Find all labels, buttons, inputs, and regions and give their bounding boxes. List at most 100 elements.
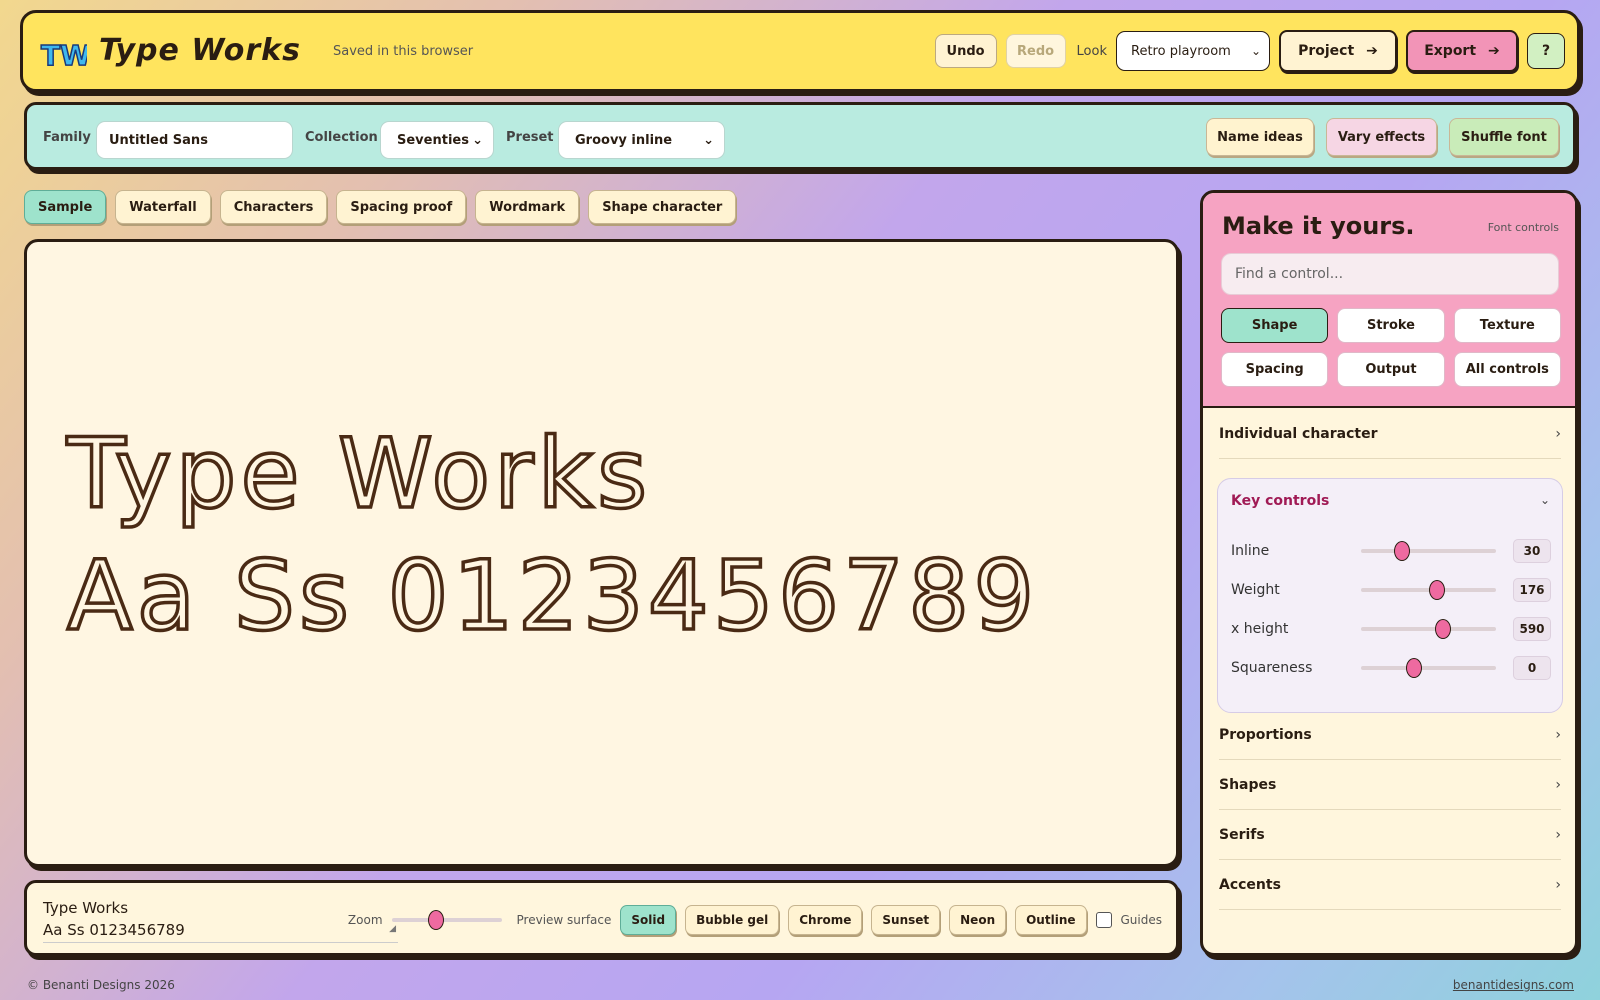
help-button[interactable]: ? (1527, 33, 1565, 69)
section-label: Accents (1219, 876, 1281, 893)
key-controls-group: Key controls ⌄ Inline 30 Weight 176 x he… (1217, 478, 1563, 713)
slider-thumb[interactable] (1428, 580, 1445, 600)
collection-value: Seventies (397, 132, 469, 148)
collection-select[interactable]: Seventies ⌄ (380, 121, 494, 159)
section-proportions[interactable]: Proportions › (1219, 710, 1561, 760)
family-input[interactable]: Untitled Sans (96, 121, 293, 159)
preview-canvas: Type Works Aa Ss 0123456789 (24, 239, 1179, 867)
preview-line-1: Type Works (66, 418, 651, 530)
category-spacing[interactable]: Spacing (1221, 352, 1329, 387)
vary-effects-button[interactable]: Vary effects (1326, 118, 1437, 156)
redo-button[interactable]: Redo (1005, 34, 1066, 68)
app-name: Type Works (99, 33, 301, 68)
chevron-right-icon: › (1555, 776, 1561, 793)
footer-link[interactable]: benantidesigns.com (1453, 978, 1574, 992)
section-label: Serifs (1219, 826, 1265, 843)
control-value[interactable]: 30 (1513, 539, 1551, 563)
slider-thumb[interactable] (1435, 619, 1452, 639)
category-texture[interactable]: Texture (1453, 308, 1561, 343)
control-row-weight: Weight 176 (1231, 577, 1551, 603)
category-grid: Shape Stroke Texture Spacing Output All … (1221, 308, 1561, 387)
project-label: Project (1298, 43, 1355, 59)
chevron-right-icon: › (1555, 826, 1561, 843)
control-label: Inline (1231, 543, 1270, 559)
slider-track (1361, 549, 1496, 553)
slider-thumb[interactable] (1393, 541, 1410, 561)
tab-wordmark[interactable]: Wordmark (475, 190, 580, 224)
section-label: Individual character (1219, 425, 1378, 442)
control-label: Squareness (1231, 660, 1313, 676)
arrow-icon: ➔ (1366, 43, 1378, 59)
category-output[interactable]: Output (1337, 352, 1445, 387)
save-status: Saved in this browser (333, 44, 474, 59)
logo-mark-text: TW (41, 39, 87, 71)
section-label: Proportions (1219, 726, 1312, 743)
control-value[interactable]: 176 (1513, 578, 1551, 602)
tab-spacing-proof[interactable]: Spacing proof (336, 190, 467, 224)
controls-panel: Make it yours. Font controls Find a cont… (1200, 190, 1578, 956)
slider-track (1361, 666, 1496, 670)
copyright-text: © Benanti Designs 2026 (27, 978, 175, 992)
app-header: TW Type Works Saved in this browser Undo… (20, 10, 1580, 92)
look-label: Look (1076, 43, 1107, 59)
chevron-right-icon: › (1555, 425, 1561, 442)
collection-label: Collection (305, 130, 378, 145)
category-stroke[interactable]: Stroke (1337, 308, 1445, 343)
surface-neon[interactable]: Neon (949, 905, 1007, 935)
section-shapes[interactable]: Shapes › (1219, 760, 1561, 810)
slider-thumb[interactable] (1405, 658, 1422, 678)
chevron-down-icon[interactable]: ⌄ (1540, 493, 1550, 507)
view-tabs: Sample Waterfall Characters Spacing proo… (24, 190, 737, 224)
tab-sample[interactable]: Sample (24, 190, 107, 224)
name-ideas-button[interactable]: Name ideas (1206, 118, 1314, 156)
sample-text-line-1: Type Works (43, 899, 129, 917)
shuffle-font-button[interactable]: Shuffle font (1449, 118, 1559, 156)
sample-text-input[interactable]: Type Works Aa Ss 0123456789 ◢ (43, 897, 398, 943)
project-button[interactable]: Project ➔ (1279, 30, 1397, 72)
preview-sample: Type Works Aa Ss 0123456789 (64, 416, 1038, 654)
key-controls-title[interactable]: Key controls (1231, 493, 1329, 509)
zoom-slider[interactable] (391, 910, 502, 930)
control-search-input[interactable]: Find a control... (1221, 253, 1559, 295)
tab-characters[interactable]: Characters (219, 190, 328, 224)
section-serifs[interactable]: Serifs › (1219, 810, 1561, 860)
control-row-inline: Inline 30 (1231, 538, 1551, 564)
surface-outline[interactable]: Outline (1015, 905, 1087, 935)
chevron-down-icon: ⌄ (703, 132, 714, 148)
undo-button[interactable]: Undo (934, 34, 997, 68)
header-actions: Undo Redo Look Retro playroom ⌄ Project … (934, 30, 1565, 72)
surface-label: Preview surface (516, 913, 612, 927)
surface-chrome[interactable]: Chrome (788, 905, 863, 935)
logo-icon: TW (40, 38, 87, 71)
surface-bubble-gel[interactable]: Bubble gel (685, 905, 780, 935)
control-row-x-height: x height 590 (1231, 616, 1551, 642)
look-select[interactable]: Retro playroom ⌄ (1116, 31, 1270, 71)
surface-solid[interactable]: Solid (620, 905, 677, 935)
section-accents[interactable]: Accents › (1219, 860, 1561, 910)
preset-select[interactable]: Groovy inline ⌄ (558, 121, 725, 159)
sample-text-line-2: Aa Ss 0123456789 (43, 921, 185, 939)
surface-sunset[interactable]: Sunset (871, 905, 941, 935)
family-label: Family (43, 130, 91, 145)
control-value[interactable]: 590 (1513, 617, 1551, 641)
export-button[interactable]: Export ➔ (1406, 30, 1518, 72)
tab-shape-character[interactable]: Shape character (588, 190, 737, 224)
panel-title: Make it yours. (1222, 212, 1415, 240)
chevron-right-icon: › (1555, 726, 1561, 743)
zoom-thumb[interactable] (427, 910, 444, 930)
inline-slider[interactable] (1361, 541, 1496, 561)
control-value[interactable]: 0 (1513, 656, 1551, 680)
tab-waterfall[interactable]: Waterfall (115, 190, 211, 224)
squareness-slider[interactable] (1361, 658, 1496, 678)
weight-slider[interactable] (1361, 580, 1496, 600)
section-label: Shapes (1219, 776, 1277, 793)
category-all-controls[interactable]: All controls (1453, 352, 1561, 387)
category-shape[interactable]: Shape (1221, 308, 1329, 343)
chevron-down-icon: ⌄ (1250, 44, 1261, 58)
section-individual-character[interactable]: Individual character › (1219, 409, 1561, 459)
chevron-right-icon: › (1555, 876, 1561, 893)
preview-line-2: Aa Ss 0123456789 (67, 540, 1038, 652)
control-label: Weight (1231, 582, 1280, 598)
guides-checkbox[interactable] (1095, 912, 1112, 928)
x-height-slider[interactable] (1361, 619, 1496, 639)
